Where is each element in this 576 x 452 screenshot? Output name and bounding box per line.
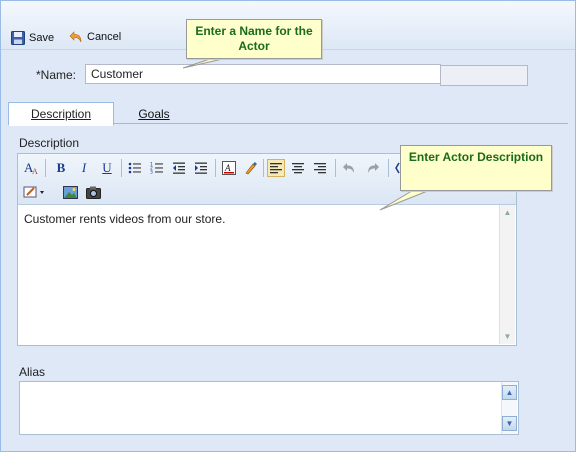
name-side-field[interactable] xyxy=(440,65,528,86)
save-label: Save xyxy=(29,32,55,44)
name-input[interactable]: Customer xyxy=(85,64,441,84)
toolbar-separator xyxy=(388,159,389,177)
font-size-icon[interactable]: AA xyxy=(22,159,40,177)
toolbar-separator xyxy=(335,159,336,177)
insert-image-icon[interactable] xyxy=(61,183,79,201)
name-hint-callout: Enter a Name for the Actor xyxy=(186,19,322,59)
tab-description[interactable]: Description xyxy=(8,102,114,126)
undo-icon[interactable] xyxy=(340,159,358,177)
scroll-down-arrow-icon[interactable]: ▼ xyxy=(500,329,515,344)
highlight-icon[interactable] xyxy=(242,159,260,177)
outdent-icon[interactable] xyxy=(170,159,188,177)
tab-goals-label: Goals xyxy=(138,107,170,121)
save-button[interactable]: Save xyxy=(11,31,54,45)
toolbar-separator xyxy=(263,159,264,177)
scroll-up-arrow-icon[interactable]: ▲ xyxy=(502,385,517,400)
toolbar-separator xyxy=(121,159,122,177)
indent-icon[interactable] xyxy=(192,159,210,177)
underline-icon[interactable]: U xyxy=(98,159,116,177)
description-scrollbar[interactable]: ▲ ▼ xyxy=(499,205,515,344)
bullet-list-icon[interactable] xyxy=(126,159,144,177)
numbered-list-icon[interactable]: 123 xyxy=(148,159,166,177)
insert-link-dropdown[interactable] xyxy=(22,183,48,201)
cancel-label: Cancel xyxy=(87,31,122,43)
redo-icon[interactable] xyxy=(364,159,382,177)
svg-text:A: A xyxy=(224,163,231,173)
alias-scrollbar[interactable]: ▲ ▼ xyxy=(501,382,517,434)
description-text[interactable]: Customer rents videos from our store. xyxy=(24,212,225,226)
undo-arrow-icon xyxy=(69,31,82,43)
align-right-icon[interactable] xyxy=(311,159,329,177)
save-icon xyxy=(11,31,25,45)
bold-icon[interactable]: B xyxy=(52,159,70,177)
align-left-icon[interactable] xyxy=(267,159,285,177)
insert-media-icon[interactable] xyxy=(84,183,102,201)
alias-textarea[interactable]: ▲ ▼ xyxy=(19,381,519,435)
toolbar-separator xyxy=(45,159,46,177)
tab-goals[interactable]: Goals xyxy=(126,103,182,125)
toolbar-separator xyxy=(215,159,216,177)
svg-text:A: A xyxy=(32,167,38,176)
description-label: Description xyxy=(19,136,80,150)
name-label: *Name: xyxy=(36,68,77,82)
scroll-up-arrow-icon[interactable]: ▲ xyxy=(500,205,515,220)
tab-description-label: Description xyxy=(30,107,92,121)
scroll-down-arrow-icon[interactable]: ▼ xyxy=(502,416,517,431)
align-center-icon[interactable] xyxy=(289,159,307,177)
alias-label: Alias xyxy=(19,365,46,379)
text-color-icon[interactable]: A xyxy=(220,159,238,177)
description-hint-callout: Enter Actor Description xyxy=(400,145,552,191)
cancel-button[interactable]: Cancel xyxy=(69,31,121,43)
italic-icon[interactable]: I xyxy=(75,159,93,177)
svg-text:3: 3 xyxy=(150,170,153,176)
